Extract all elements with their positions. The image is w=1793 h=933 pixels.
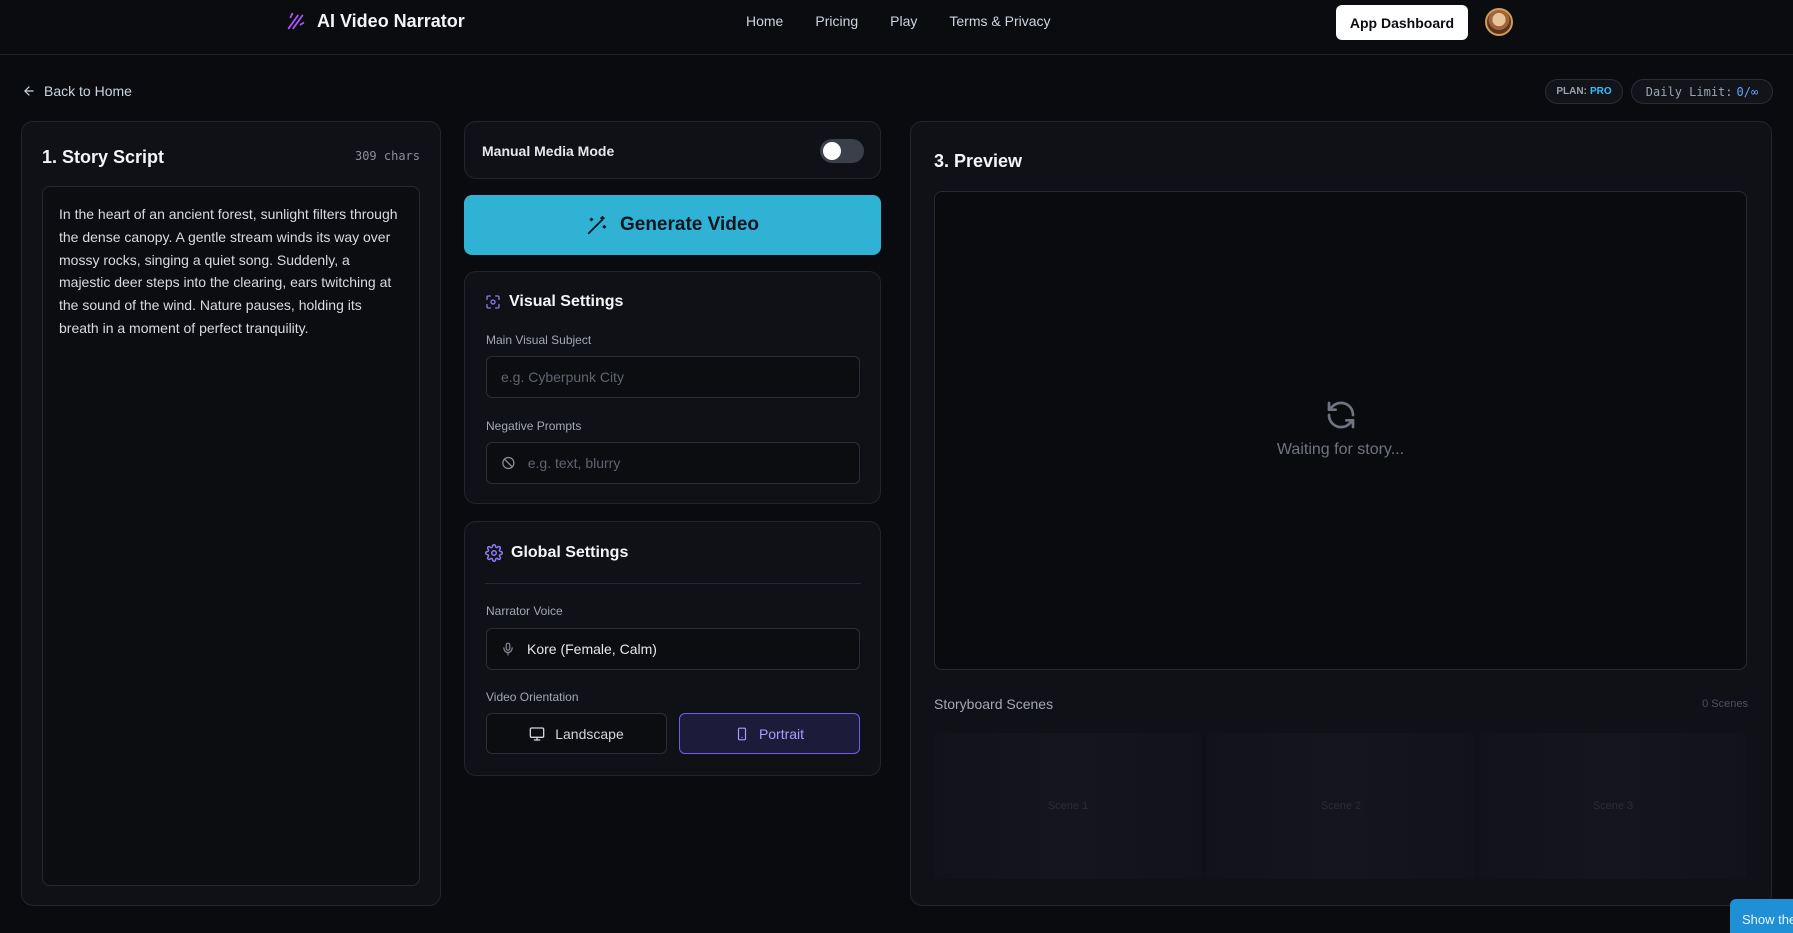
microphone-icon: [503, 642, 513, 656]
video-orientation-label: Video Orientation: [486, 690, 579, 704]
smartphone-icon: [737, 727, 747, 740]
limit-value: 0/∞: [1736, 84, 1759, 99]
negative-prompts-label: Negative Prompts: [486, 419, 582, 433]
app-dashboard-button[interactable]: App Dashboard: [1336, 5, 1468, 40]
plan-badge: PLAN: PRO: [1545, 79, 1623, 104]
main-nav: Home Pricing Play Terms & Privacy: [746, 13, 1051, 29]
waiting-message: Waiting for story...: [1276, 441, 1405, 458]
storyboard-title: Storyboard Scenes: [934, 696, 1054, 712]
visual-settings-panel: Visual Settings Main Visual Subject Nega…: [464, 271, 881, 504]
story-script-title: 1. Story Script: [42, 147, 165, 167]
story-script-textarea[interactable]: In the heart of an ancient forest, sunli…: [42, 186, 420, 886]
refresh-icon: [1327, 401, 1354, 429]
manual-media-label: Manual Media Mode: [482, 143, 615, 159]
avatar[interactable]: [1485, 8, 1513, 36]
global-settings-header: Global Settings: [485, 544, 628, 562]
portrait-label: Portrait: [758, 725, 805, 742]
story-script-panel: 1. Story Script 309 chars In the heart o…: [21, 121, 441, 906]
video-preview-area: Waiting for story...: [934, 191, 1747, 670]
nav-home[interactable]: Home: [746, 13, 783, 29]
narrator-voice-value: Kore (Female, Calm): [527, 641, 657, 657]
scene-count: 0 Scenes: [1702, 698, 1748, 710]
narrator-voice-label: Narrator Voice: [486, 604, 563, 618]
toggle-knob: [823, 142, 841, 160]
generate-video-button[interactable]: Generate Video: [464, 195, 881, 255]
back-label: Back to Home: [44, 83, 132, 99]
daily-limit-badge: Daily Limit: 0/∞: [1631, 79, 1773, 104]
generate-video-label: Generate Video: [619, 214, 760, 235]
plan-value: PRO: [1589, 86, 1612, 97]
scene-card[interactable]: Scene 1: [934, 733, 1202, 879]
negative-prompts-input[interactable]: [527, 455, 845, 471]
preview-panel: 3. Preview Waiting for story... Storyboa…: [910, 121, 1772, 906]
main-subject-field: [486, 356, 860, 398]
brand[interactable]: AI Video Narrator: [285, 10, 465, 32]
char-count: 309 chars: [354, 149, 420, 163]
scene-card[interactable]: Scene 3: [1479, 733, 1747, 879]
narrator-voice-select[interactable]: Kore (Female, Calm): [486, 628, 860, 670]
manual-media-toggle[interactable]: [820, 139, 864, 163]
portrait-button[interactable]: Portrait: [679, 713, 860, 754]
visual-settings-header: Visual Settings: [485, 293, 623, 311]
limit-label: Daily Limit:: [1645, 84, 1733, 99]
back-to-home-link[interactable]: Back to Home: [22, 83, 132, 99]
ban-icon: [502, 456, 515, 470]
plan-label: PLAN:: [1556, 86, 1587, 97]
brand-name: AI Video Narrator: [317, 10, 465, 31]
global-settings-panel: Global Settings Narrator Voice Kore (Fem…: [464, 521, 881, 776]
show-corner-button[interactable]: Show the: [1730, 899, 1793, 933]
top-navbar: AI Video Narrator Home Pricing Play Term…: [0, 0, 1793, 55]
main-subject-input[interactable]: [501, 369, 845, 385]
gear-icon: [485, 544, 503, 562]
landscape-label: Landscape: [555, 725, 624, 742]
monitor-icon: [529, 726, 545, 741]
manual-media-panel: Manual Media Mode: [464, 121, 881, 179]
nav-pricing[interactable]: Pricing: [815, 13, 858, 29]
landscape-button[interactable]: Landscape: [486, 713, 667, 754]
scan-focus-icon: [486, 295, 500, 309]
scene-card[interactable]: Scene 2: [1207, 733, 1475, 879]
nav-play[interactable]: Play: [890, 13, 917, 29]
divider: [485, 583, 861, 584]
negative-prompts-field: [486, 442, 860, 484]
global-settings-title: Global Settings: [511, 544, 629, 561]
preview-title: 3. Preview: [934, 151, 1023, 171]
nav-terms[interactable]: Terms & Privacy: [949, 13, 1050, 29]
visual-settings-title: Visual Settings: [509, 293, 624, 310]
arrow-left-icon: [24, 86, 34, 96]
magic-wand-icon: [587, 215, 607, 235]
magic-wand-icon: [287, 12, 305, 30]
main-subject-label: Main Visual Subject: [486, 333, 592, 347]
